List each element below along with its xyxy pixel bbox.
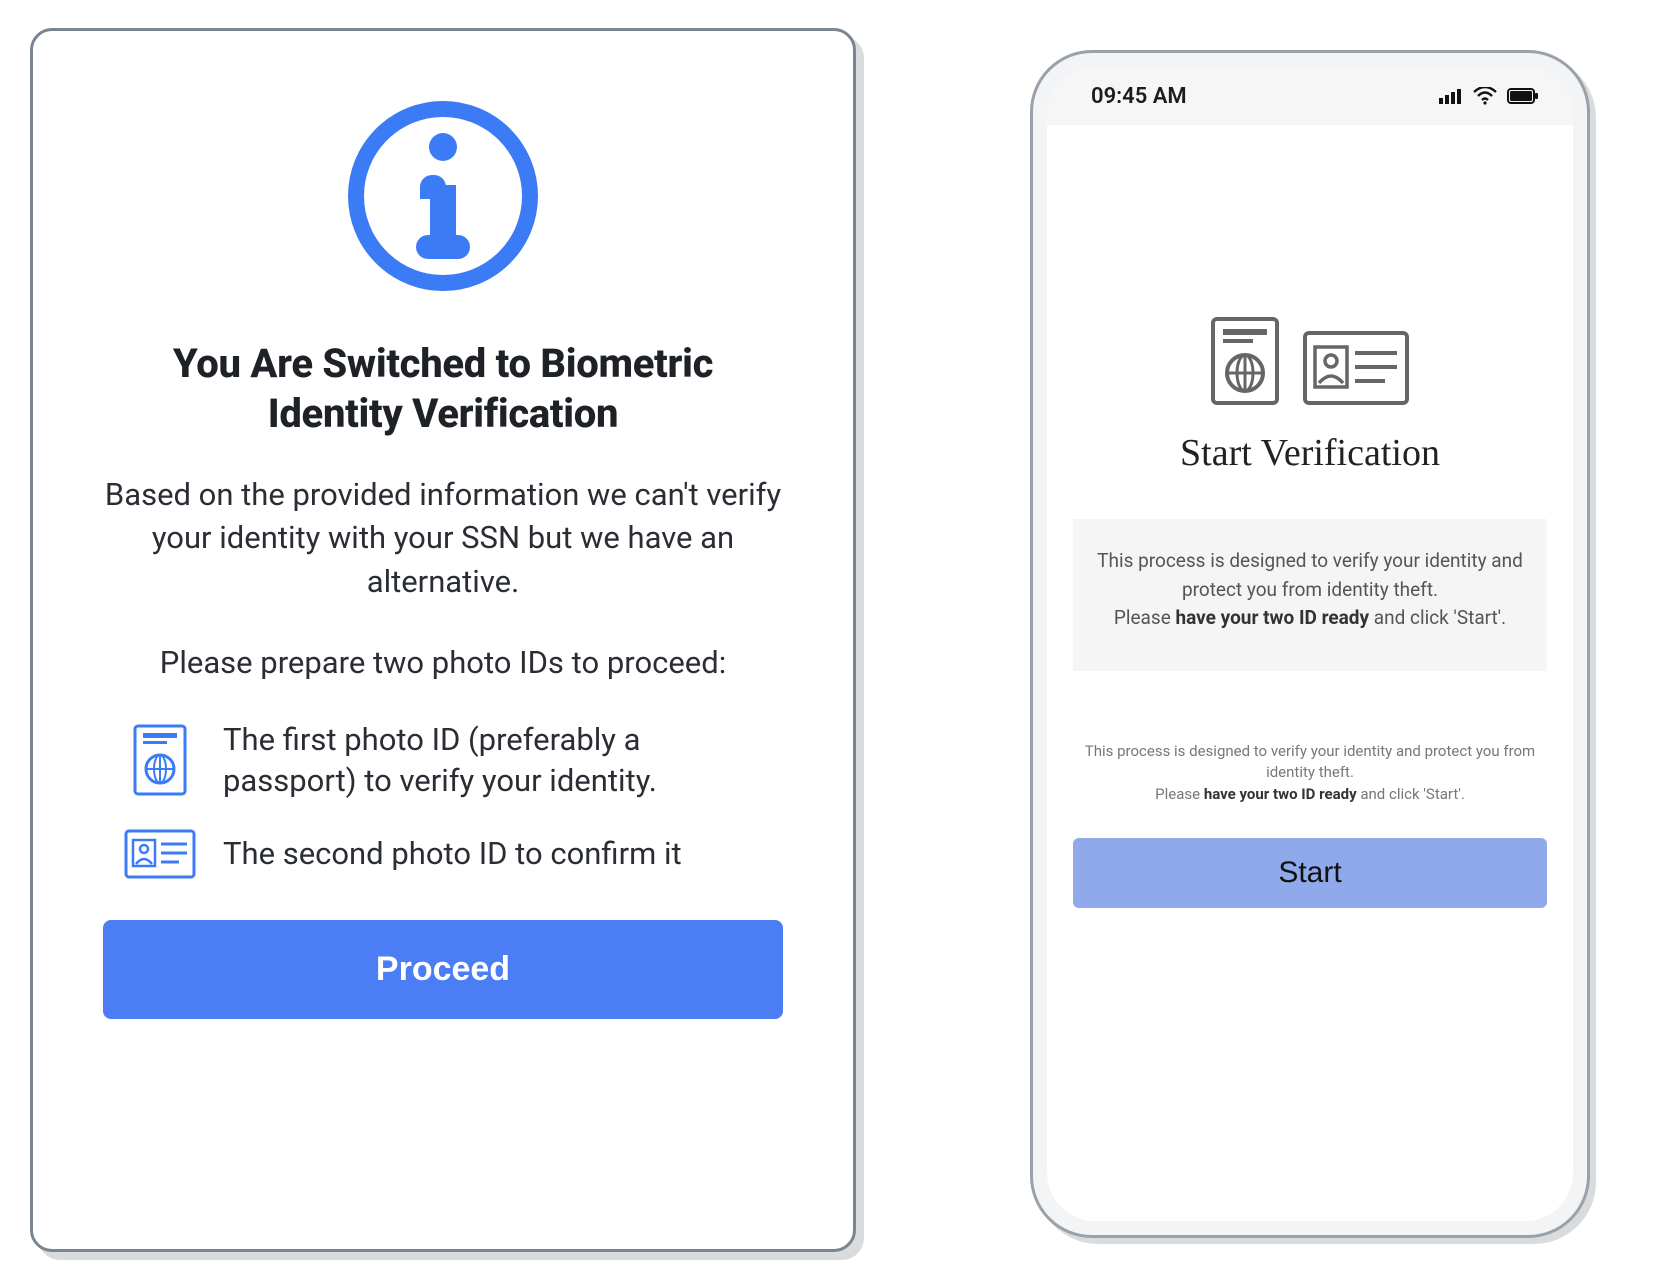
id-list: The first photo ID (preferably a passpor… (103, 719, 783, 881)
biometric-switch-card: You Are Switched to Biometric Identity V… (30, 28, 856, 1252)
id-card-icon (1301, 329, 1411, 407)
phone-box-line2: Please have your two ID ready and click … (1097, 604, 1523, 633)
id-item-text: The first photo ID (preferably a passpor… (223, 719, 763, 803)
phone-body: Start Verification This process is desig… (1047, 125, 1573, 1221)
phone-note-line1: This process is designed to verify your … (1081, 741, 1539, 785)
id-card-icon (123, 828, 197, 880)
status-time: 09:45 AM (1091, 84, 1187, 109)
card-title: You Are Switched to Biometric Identity V… (103, 339, 783, 439)
start-button[interactable]: Start (1073, 838, 1547, 908)
verification-icons (1209, 315, 1411, 407)
id-item-idcard: The second photo ID to confirm it (123, 828, 763, 880)
passport-icon (1209, 315, 1281, 407)
info-icon (348, 101, 538, 291)
wifi-icon (1473, 87, 1497, 105)
battery-icon (1507, 88, 1539, 104)
id-item-passport: The first photo ID (preferably a passpor… (123, 719, 763, 803)
phone-note: This process is designed to verify your … (1073, 741, 1547, 806)
proceed-button[interactable]: Proceed (103, 920, 783, 1019)
signal-icon (1439, 88, 1463, 104)
card-paragraph-1: Based on the provided information we can… (103, 473, 783, 603)
status-icons (1439, 87, 1539, 105)
id-item-text: The second photo ID to confirm it (223, 833, 682, 875)
phone-note-line2: Please have your two ID ready and click … (1081, 784, 1539, 806)
card-paragraph-2: Please prepare two photo IDs to proceed: (103, 641, 783, 684)
phone-title: Start Verification (1180, 431, 1440, 475)
status-bar: 09:45 AM (1047, 67, 1573, 125)
phone-screen: 09:45 AM (1047, 67, 1573, 1221)
phone-frame: 09:45 AM (1030, 50, 1590, 1238)
phone-info-box: This process is designed to verify your … (1073, 519, 1547, 671)
passport-icon (123, 723, 197, 797)
phone-box-line1: This process is designed to verify your … (1097, 547, 1523, 604)
